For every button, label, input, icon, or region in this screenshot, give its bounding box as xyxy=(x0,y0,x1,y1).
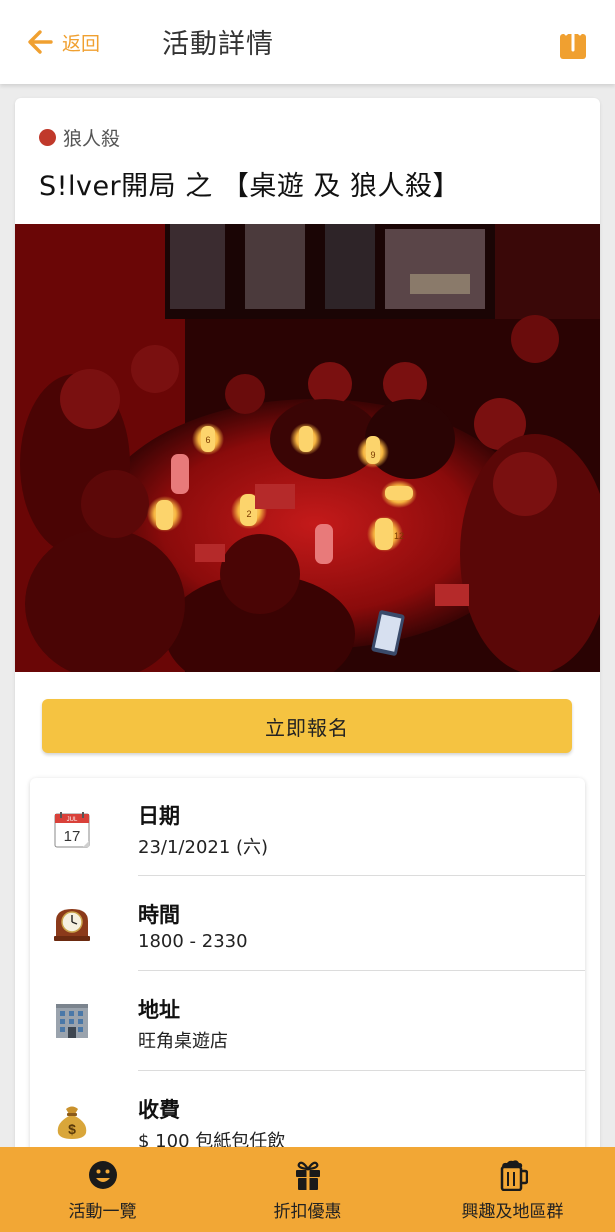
address-row: 地址 旺角桌遊店 xyxy=(30,974,585,1070)
calendar-icon: JUL 17 xyxy=(54,812,90,848)
lantern-number: 12 xyxy=(394,531,404,541)
fee-row: $ 收費 $ 100 包紙包任飲 xyxy=(30,1074,585,1158)
beer-mug-icon xyxy=(500,1160,528,1191)
nav-item-interest-groups[interactable]: 興趣及地區群 xyxy=(410,1147,615,1232)
divider xyxy=(138,970,585,971)
divider xyxy=(138,875,585,876)
calendar-icon-month: JUL xyxy=(67,817,78,823)
event-title: S!lver開局 之 【桌遊 及 狼人殺】 xyxy=(39,171,460,202)
money-bag-icon-glyph: $ xyxy=(68,1121,76,1137)
date-row: JUL 17 日期 23/1/2021 (六) xyxy=(30,778,585,874)
fee-label: 收費 xyxy=(138,1098,180,1122)
time-value: 1800 - 2330 xyxy=(138,931,248,952)
gift-icon xyxy=(296,1161,320,1190)
nav-item-activities[interactable]: 活動一覽 xyxy=(0,1147,205,1232)
date-value: 23/1/2021 (六) xyxy=(138,837,269,858)
smiley-icon xyxy=(89,1161,117,1189)
nav-item-discounts[interactable]: 折扣優惠 xyxy=(205,1147,410,1232)
nav-label-activities: 活動一覽 xyxy=(68,1202,137,1222)
event-photo: 6 9 2 12 xyxy=(15,224,600,672)
address-value: 旺角桌遊店 xyxy=(138,1031,228,1052)
back-button[interactable]: 返回 xyxy=(26,26,100,58)
event-card: 狼人殺 S!lver開局 之 【桌遊 及 狼人殺】 6 9 2 12 立即報名 … xyxy=(15,98,600,1158)
divider xyxy=(138,1070,585,1071)
back-label: 返回 xyxy=(62,32,101,55)
calendar-icon-day: 17 xyxy=(64,828,81,845)
nav-label-discounts: 折扣優惠 xyxy=(273,1202,342,1222)
time-label: 時間 xyxy=(138,903,180,927)
page-title: 活動詳情 xyxy=(162,29,274,60)
lantern-number: 6 xyxy=(205,435,210,445)
address-label: 地址 xyxy=(138,998,180,1022)
category-label: 狼人殺 xyxy=(63,128,121,150)
arrow-left-icon xyxy=(28,30,53,54)
category-dot xyxy=(39,129,56,146)
share-button[interactable] xyxy=(559,24,587,60)
lantern-number: 2 xyxy=(246,509,251,519)
bottom-navigation-bar: 活動一覽 折扣優惠 興趣及地區群 xyxy=(0,1147,615,1232)
top-app-bar: 返回 活動詳情 xyxy=(0,0,615,84)
lantern-number: 9 xyxy=(370,450,375,460)
money-bag-icon: $ xyxy=(57,1106,87,1139)
signup-button[interactable]: 立即報名 xyxy=(42,699,572,753)
date-label: 日期 xyxy=(138,804,180,828)
time-row: 時間 1800 - 2330 xyxy=(30,878,585,974)
nav-label-interest-groups: 興趣及地區群 xyxy=(461,1202,564,1222)
event-details-card: JUL 17 日期 23/1/2021 (六) 時間 1800 - 2330 地… xyxy=(30,778,585,1158)
office-building-icon xyxy=(56,1004,88,1038)
event-category: 狼人殺 xyxy=(39,124,120,151)
mantel-clock-icon xyxy=(54,909,90,941)
share-icon xyxy=(560,25,586,59)
